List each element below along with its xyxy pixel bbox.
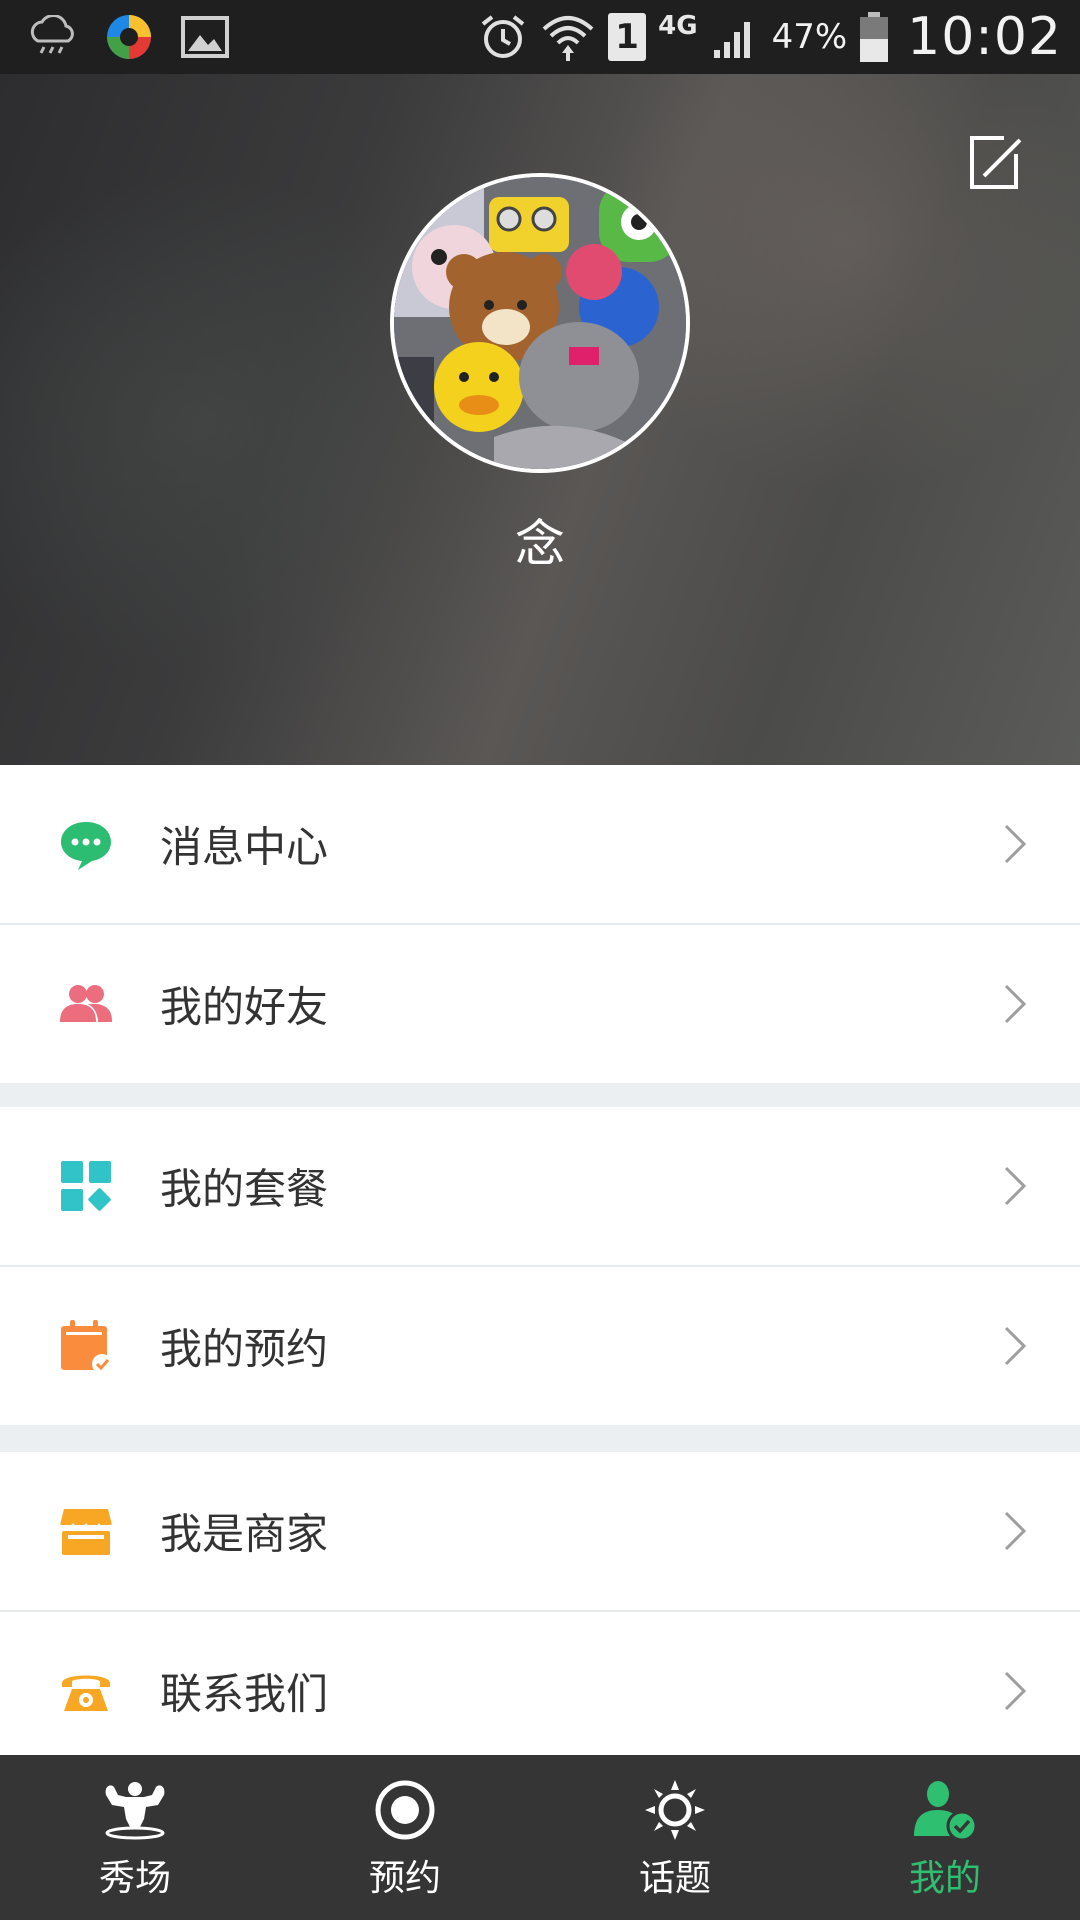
- store-icon: [59, 1509, 113, 1555]
- menu-item-merchant[interactable]: 我是商家: [0, 1452, 1080, 1610]
- status-bar: 1 4G 47% 10:02: [0, 0, 1080, 74]
- username: 念: [515, 515, 565, 573]
- nav-label: 秀场: [98, 1858, 171, 1899]
- screen: 1 4G 47% 10:02 念 消息中心 我的好友 我的套餐 我的预约 我是商…: [0, 0, 1080, 1920]
- nav-tab-mine[interactable]: 我的: [810, 1755, 1080, 1920]
- menu-item-my-packages[interactable]: 我的套餐: [0, 1107, 1080, 1265]
- avatar-image: [394, 177, 686, 469]
- telephone-icon: [62, 1675, 110, 1711]
- menu-item-my-reservations[interactable]: 我的预约: [0, 1265, 1080, 1425]
- menu-group-business: 我是商家 联系我们: [0, 1452, 1080, 1770]
- chevron-right-icon: [1004, 1511, 1027, 1551]
- record-icon: [375, 1780, 435, 1840]
- package-grid-icon: [61, 1161, 111, 1211]
- sim-icon: 1: [608, 13, 647, 61]
- avatar[interactable]: [390, 173, 690, 473]
- edit-icon[interactable]: [966, 132, 1026, 192]
- nav-tab-topics[interactable]: 话题: [540, 1755, 810, 1920]
- signal-icon: [713, 22, 750, 58]
- nav-tab-reserve[interactable]: 预约: [270, 1755, 540, 1920]
- wifi-icon: [542, 16, 594, 61]
- weather-rain-icon: [30, 15, 74, 54]
- friends-icon: [60, 985, 112, 1022]
- network-type: 4G: [658, 11, 698, 41]
- user-check-icon: [914, 1781, 978, 1842]
- status-right: 1 4G 47% 10:02: [478, 6, 1062, 68]
- bottom-nav: 秀场 预约 话题 我的: [0, 1755, 1080, 1920]
- status-left: [26, 12, 230, 62]
- message-bubble-icon: [61, 822, 111, 870]
- gallery-icon: [181, 16, 229, 58]
- menu-item-contact-us[interactable]: 联系我们: [0, 1610, 1080, 1770]
- chevron-right-icon: [1004, 1166, 1027, 1206]
- menu-group-social: 消息中心 我的好友: [0, 765, 1080, 1083]
- menu-item-message-center[interactable]: 消息中心: [0, 765, 1080, 923]
- app-launcher-icon: [107, 15, 151, 59]
- bodybuilder-icon: [105, 1782, 165, 1840]
- chevron-right-icon: [1004, 824, 1027, 864]
- nav-label: 预约: [368, 1858, 441, 1899]
- battery-icon: [860, 12, 889, 62]
- menu-item-my-friends[interactable]: 我的好友: [0, 923, 1080, 1083]
- menu-label: 消息中心: [160, 822, 329, 872]
- menu-label: 我的套餐: [160, 1164, 329, 1214]
- chevron-right-icon: [1004, 1671, 1027, 1711]
- nav-label: 我的: [908, 1858, 981, 1899]
- menu-group-services: 我的套餐 我的预约: [0, 1107, 1080, 1425]
- sun-icon: [645, 1780, 705, 1840]
- nav-tab-showroom[interactable]: 秀场: [0, 1755, 270, 1920]
- battery-percent: 47%: [771, 17, 848, 57]
- calendar-icon: [61, 1320, 112, 1374]
- chevron-right-icon: [1004, 984, 1027, 1024]
- menu-label: 我是商家: [160, 1509, 329, 1559]
- menu-label: 我的预约: [160, 1324, 329, 1374]
- menu-label: 联系我们: [160, 1669, 329, 1719]
- nav-label: 话题: [638, 1858, 711, 1899]
- alarm-icon: [481, 15, 525, 58]
- clock: 10:02: [907, 7, 1062, 67]
- chevron-right-icon: [1004, 1326, 1027, 1366]
- menu-label: 我的好友: [160, 982, 329, 1032]
- profile-header: 念: [0, 74, 1080, 765]
